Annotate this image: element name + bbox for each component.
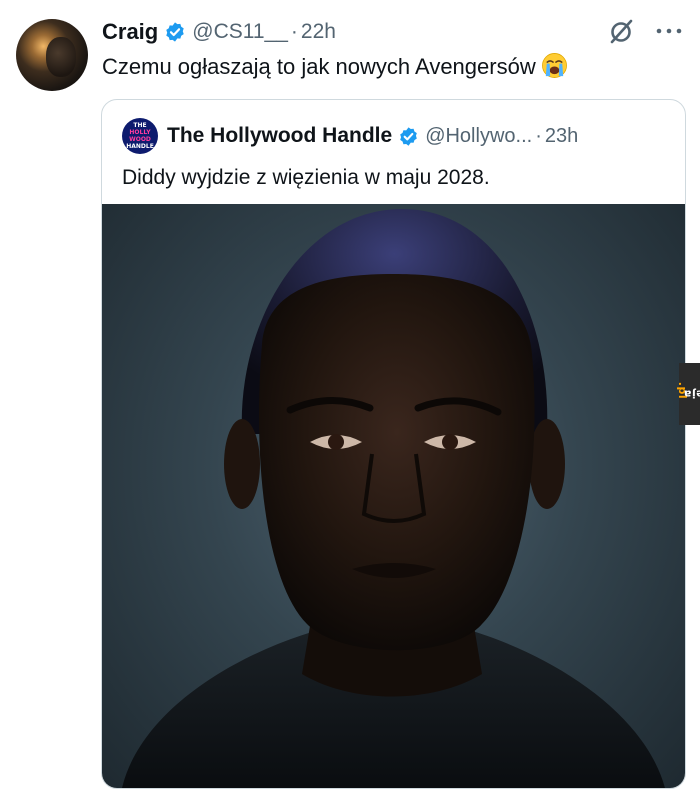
jeja-watermark: jeja.pl bbox=[677, 363, 700, 425]
tweet-text: Czemu ogłaszają to jak nowych Avengersów bbox=[102, 54, 536, 79]
verified-badge-icon bbox=[400, 126, 417, 146]
quoted-author-avatar[interactable]: THE HOLLY WOOD HANDLE bbox=[122, 118, 158, 154]
author-name[interactable]: Craig bbox=[102, 19, 158, 45]
quoted-author-handle[interactable]: @Hollywo... bbox=[425, 125, 532, 148]
quoted-tweet-header: THE HOLLY WOOD HANDLE The Hollywood Handle … bbox=[122, 118, 578, 154]
tweet[interactable]: Craig @CS11__ · 22h Czemu ogłaszają to j… bbox=[0, 0, 700, 793]
quoted-author-name[interactable]: The Hollywood Handle bbox=[167, 124, 392, 148]
author-handle[interactable]: @CS11__ bbox=[192, 20, 288, 44]
verified-badge-icon bbox=[166, 22, 184, 42]
tweet-text-row: Czemu ogłaszają to jak nowych Avengersów bbox=[102, 52, 568, 81]
more-options-icon[interactable] bbox=[654, 24, 684, 38]
quoted-tweet[interactable]: THE HOLLY WOOD HANDLE The Hollywood Handle … bbox=[101, 99, 686, 789]
portrait-illustration bbox=[122, 209, 665, 788]
tweet-timestamp[interactable]: 22h bbox=[301, 20, 336, 44]
grok-icon[interactable] bbox=[607, 18, 635, 46]
quoted-timestamp[interactable]: 23h bbox=[545, 125, 578, 148]
quoted-avatar-logo: THE HOLLY WOOD HANDLE bbox=[126, 122, 154, 150]
separator-dot: · bbox=[535, 124, 542, 147]
quoted-tweet-text: Diddy wyjdzie z więzienia w maju 2028. bbox=[122, 166, 490, 189]
author-avatar[interactable] bbox=[16, 19, 88, 91]
loudly-crying-face-icon bbox=[541, 53, 567, 78]
separator-dot: · bbox=[290, 20, 298, 43]
quoted-tweet-photo[interactable] bbox=[102, 204, 685, 788]
tweet-header: Craig @CS11__ · 22h bbox=[102, 17, 336, 47]
